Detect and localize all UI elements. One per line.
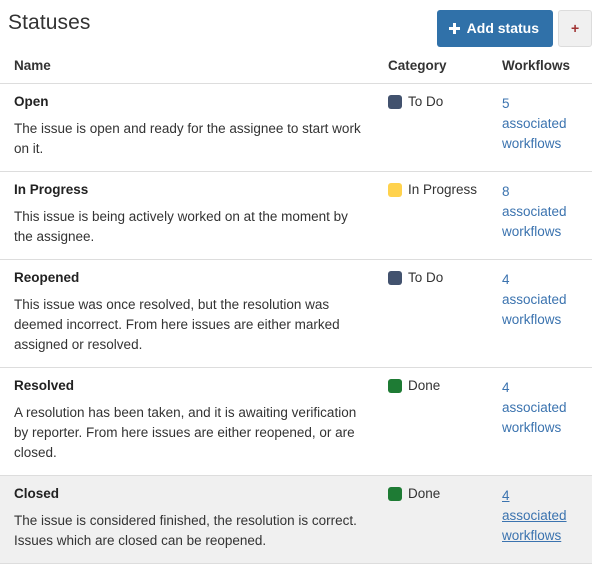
category-color-swatch	[388, 95, 402, 109]
status-category-cell: In Progress	[380, 171, 494, 260]
category-label: To Do	[408, 270, 444, 285]
workflows-cell: 4 associated workflows	[494, 475, 592, 564]
associated-workflows-link-line2[interactable]: workflows	[502, 134, 582, 154]
status-name: Reopened	[14, 270, 80, 285]
associated-workflows-link-line1[interactable]: associated	[502, 506, 582, 526]
associated-workflows-link-line2[interactable]: workflows	[502, 418, 582, 438]
header-actions: Add status +	[436, 10, 592, 47]
workflow-count-link[interactable]: 4	[502, 270, 582, 290]
add-status-button[interactable]: Add status	[436, 10, 553, 47]
table-row[interactable]: In Progress This issue is being actively …	[0, 171, 592, 260]
status-category-cell: Done	[380, 367, 494, 476]
table-row[interactable]: Open The issue is open and ready for the …	[0, 83, 592, 172]
status-name-cell: In Progress This issue is being actively …	[0, 171, 380, 260]
status-name: In Progress	[14, 182, 89, 197]
table-row[interactable]: Resolved A resolution has been taken, and…	[0, 367, 592, 476]
status-name: Open	[14, 94, 49, 109]
status-description: This issue is being actively worked on a…	[14, 209, 348, 244]
category-color-swatch	[388, 487, 402, 501]
status-name-cell: Closed The issue is considered finished, …	[0, 475, 380, 564]
associated-workflows-link-line2[interactable]: workflows	[502, 222, 582, 242]
table-header: Name Category Workflows	[0, 52, 592, 84]
category-label: Done	[408, 378, 441, 393]
table-header-row: Name Category Workflows	[0, 52, 592, 84]
category-color-swatch	[388, 271, 402, 285]
status-name: Resolved	[14, 378, 75, 393]
status-name-cell: Reopened This issue was once resolved, bu…	[0, 259, 380, 368]
statuses-page: Statuses Add status + Name Category Work…	[0, 0, 592, 565]
column-header-name: Name	[0, 52, 380, 84]
category-label: Done	[408, 486, 441, 501]
associated-workflows-link-line2[interactable]: workflows	[502, 526, 582, 546]
column-header-category: Category	[380, 52, 494, 84]
page-header: Statuses Add status +	[0, 0, 592, 52]
status-name-cell: Resolved A resolution has been taken, and…	[0, 367, 380, 476]
workflow-count-link[interactable]: 4	[502, 486, 582, 506]
workflow-count-link[interactable]: 5	[502, 94, 582, 114]
workflows-cell: 5 associated workflows	[494, 83, 592, 172]
category-color-swatch	[388, 379, 402, 393]
status-description: A resolution has been taken, and it is a…	[14, 405, 357, 460]
workflow-count-link[interactable]: 4	[502, 378, 582, 398]
category-label: In Progress	[408, 182, 478, 197]
workflows-cell: 4 associated workflows	[494, 367, 592, 476]
table-body: Open The issue is open and ready for the …	[0, 83, 592, 565]
associated-workflows-link-line2[interactable]: workflows	[502, 310, 582, 330]
table-row[interactable]: Closed The issue is considered finished, …	[0, 475, 592, 564]
status-name-cell: Open The issue is open and ready for the …	[0, 83, 380, 172]
status-category-cell: To Do	[380, 259, 494, 368]
statuses-table: Name Category Workflows Open The issue is…	[0, 52, 592, 565]
workflows-cell: 4 associated workflows	[494, 259, 592, 368]
secondary-action-button[interactable]: +	[558, 10, 592, 47]
workflows-cell: 8 associated workflows	[494, 171, 592, 260]
associated-workflows-link-line1[interactable]: associated	[502, 398, 582, 418]
associated-workflows-link-line1[interactable]: associated	[502, 202, 582, 222]
status-description: This issue was once resolved, but the re…	[14, 297, 340, 352]
status-category-cell: Done	[380, 475, 494, 564]
page-title: Statuses	[8, 11, 91, 34]
status-category-cell: To Do	[380, 83, 494, 172]
associated-workflows-link-line1[interactable]: associated	[502, 290, 582, 310]
status-description: The issue is considered finished, the re…	[14, 513, 357, 548]
table-row[interactable]: Reopened This issue was once resolved, bu…	[0, 259, 592, 368]
status-name: Closed	[14, 486, 60, 501]
add-status-button-label: Add status	[466, 20, 539, 36]
column-header-workflows: Workflows	[494, 52, 592, 84]
status-description: The issue is open and ready for the assi…	[14, 121, 361, 156]
category-label: To Do	[408, 94, 444, 109]
workflow-count-link[interactable]: 8	[502, 182, 582, 202]
category-color-swatch	[388, 183, 402, 197]
associated-workflows-link-line1[interactable]: associated	[502, 114, 582, 134]
plus-icon	[448, 22, 460, 34]
